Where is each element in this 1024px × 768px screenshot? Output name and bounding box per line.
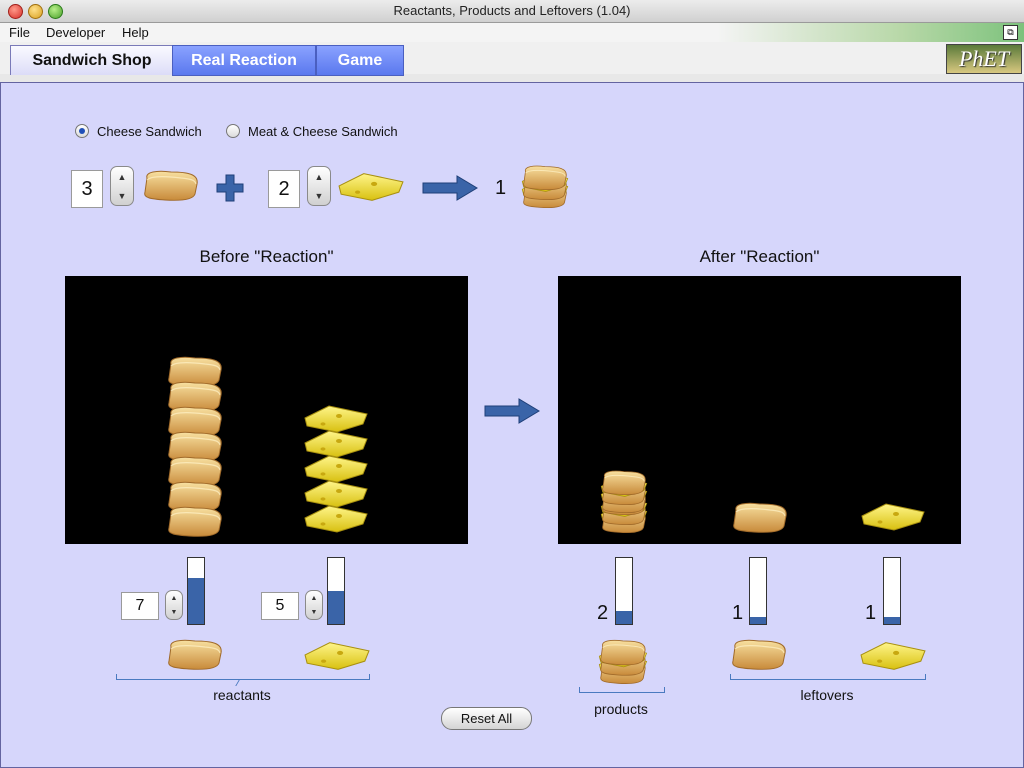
cheese-leftover-count: 1 [865, 602, 877, 624]
spinner-down-icon[interactable]: ▼ [171, 609, 178, 616]
bread-leftover-bar [749, 557, 767, 625]
bread-quantity-field[interactable]: 7 [121, 592, 159, 620]
products-bracket [579, 687, 665, 693]
sandwich-quantity-bar-fill [616, 610, 632, 624]
cheese-quantity-field[interactable]: 5 [261, 592, 299, 620]
bread-quantity-bar-fill [188, 577, 204, 624]
cheese-quantity-bar [327, 557, 345, 625]
cheese-stack [304, 405, 368, 533]
plus-icon [216, 174, 244, 202]
cheese-sandwich-radio[interactable] [75, 124, 89, 138]
recipe-product-count: 1 [495, 177, 507, 199]
spinner-up-icon[interactable]: ▲ [311, 595, 318, 602]
recipe-cheese-spinner[interactable]: ▲ ▼ [307, 166, 331, 206]
reactants-label: reactants [213, 687, 271, 703]
before-after-arrow-icon [484, 398, 540, 424]
cheese-sandwich-icon [513, 159, 579, 209]
leftovers-label: leftovers [800, 687, 854, 703]
recipe-bread-count-field[interactable]: 3 [71, 170, 103, 208]
menu-file[interactable]: File [9, 25, 30, 40]
tab-row: Sandwich Shop Real Reaction Game PhET [0, 42, 1024, 76]
leftover-bread [733, 502, 787, 533]
window-title: Reactants, Products and Leftovers (1.04) [393, 3, 631, 18]
spinner-down-icon[interactable]: ▼ [315, 191, 324, 201]
before-reaction-heading: Before "Reaction" [199, 247, 334, 266]
window-titlebar: Reactants, Products and Leftovers (1.04) [0, 0, 1024, 23]
menu-developer[interactable]: Developer [46, 25, 105, 40]
bread-stack [168, 356, 222, 537]
menu-bar: File Developer Help ⧉ [0, 23, 1024, 42]
tab-sandwich-shop[interactable]: Sandwich Shop [10, 45, 174, 75]
spinner-up-icon[interactable]: ▲ [315, 172, 324, 182]
recipe-cheese-count-field[interactable]: 2 [268, 170, 300, 208]
phet-logo: PhET [946, 44, 1022, 74]
window-resize-icon[interactable]: ⧉ [1003, 25, 1018, 40]
cheese-sandwich-label[interactable]: Cheese Sandwich [97, 124, 202, 139]
leftover-bread-icon [729, 638, 789, 672]
reactant-cheese-icon [303, 640, 371, 672]
meat-cheese-sandwich-radio[interactable] [226, 124, 240, 138]
recipe-bread-spinner[interactable]: ▲ ▼ [110, 166, 134, 206]
bread-quantity-spinner[interactable]: ▲ ▼ [165, 590, 183, 620]
reactants-bracket-tip [235, 680, 248, 686]
product-and-leftover-stacks [558, 276, 925, 533]
cheese-quantity-spinner[interactable]: ▲ ▼ [305, 590, 323, 620]
after-reaction-heading: After "Reaction" [699, 247, 820, 266]
before-reaction-box [65, 276, 468, 544]
product-sandwich-icon [589, 633, 659, 685]
spinner-down-icon[interactable]: ▼ [118, 191, 127, 201]
after-reaction-box [558, 276, 961, 544]
spinner-down-icon[interactable]: ▼ [311, 609, 318, 616]
cheese-leftover-bar-fill [884, 617, 900, 624]
menu-help[interactable]: Help [122, 25, 149, 40]
spinner-up-icon[interactable]: ▲ [118, 172, 127, 182]
tab-real-reaction[interactable]: Real Reaction [172, 45, 316, 76]
leftover-cheese [861, 503, 925, 531]
cheese-icon [337, 171, 405, 203]
bread-leftover-count: 1 [732, 602, 744, 624]
leftover-cheese-icon [859, 640, 927, 672]
sandwich-stack [601, 471, 646, 533]
bread-icon [141, 169, 201, 203]
reset-all-button[interactable]: Reset All [441, 707, 532, 730]
products-label: products [594, 701, 648, 717]
sandwich-shop-panel: Cheese Sandwich Meat & Cheese Sandwich 3… [0, 82, 1024, 768]
cheese-leftover-bar [883, 557, 901, 625]
bread-quantity-bar [187, 557, 205, 625]
reaction-arrow-icon [422, 175, 478, 201]
spinner-up-icon[interactable]: ▲ [171, 595, 178, 602]
tab-game[interactable]: Game [316, 45, 404, 76]
reactant-stacks [168, 356, 368, 537]
bread-leftover-bar-fill [750, 617, 766, 624]
leftovers-bracket [730, 674, 926, 680]
meat-cheese-sandwich-label[interactable]: Meat & Cheese Sandwich [248, 124, 398, 139]
reactant-bread-icon [165, 638, 225, 672]
sandwich-quantity-bar [615, 557, 633, 625]
sandwich-count: 2 [597, 602, 609, 624]
cheese-quantity-bar-fill [328, 591, 344, 624]
